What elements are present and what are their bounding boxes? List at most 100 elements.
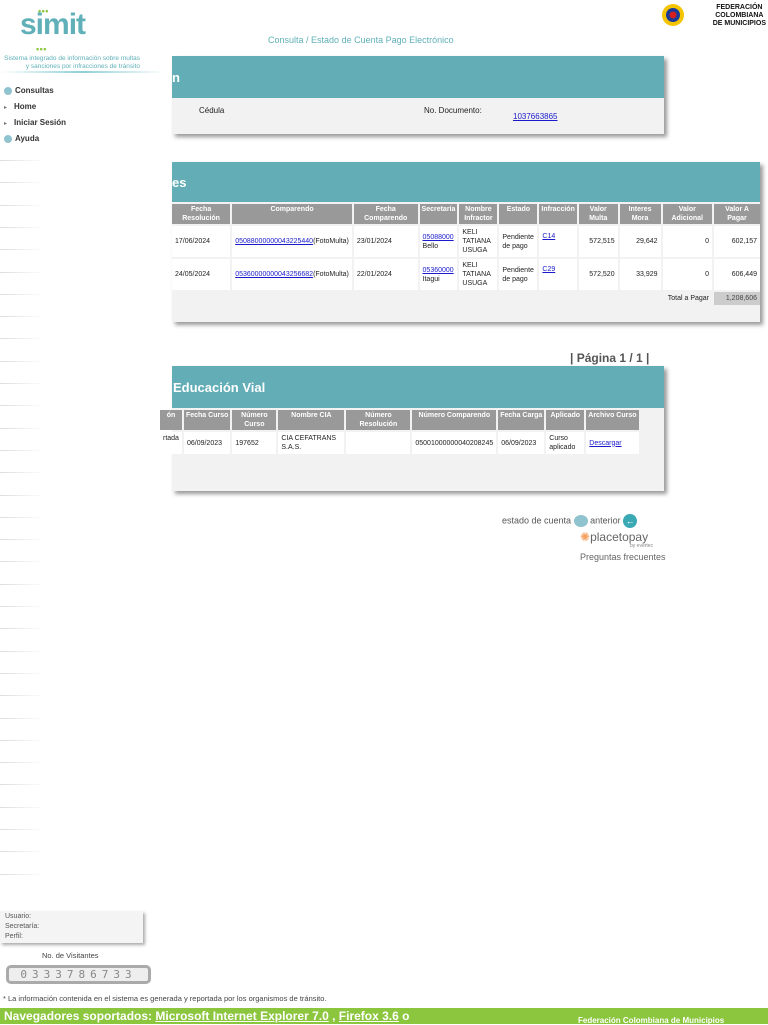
table-row: 24/05/2024 05360000000043256682(FotoMult… — [172, 259, 760, 290]
column-header: Aplicado — [546, 410, 585, 430]
sidebar-divider — [0, 784, 45, 786]
doc-number-link[interactable]: 1037663865 — [513, 112, 558, 121]
cell: rtada — [160, 432, 182, 454]
sidebar-divider — [0, 316, 45, 318]
panel-title: es — [172, 162, 760, 202]
table-row: 17/06/2024 05088000000043225440(FotoMult… — [172, 226, 760, 257]
sidebar-divider — [0, 293, 45, 295]
infraccion-link[interactable]: C29 — [542, 266, 555, 273]
valor-adicional: 0 — [662, 226, 712, 257]
federation-logo: FEDERACIÓN COLOMBIANA DE MUNICIPIOS — [660, 2, 766, 28]
placetopay-logo[interactable]: ✺placetopay — [580, 530, 648, 544]
simit-logo: • • • simit • • • — [20, 6, 86, 54]
column-header: Archivo Curso — [586, 410, 639, 430]
sidebar-divider — [0, 650, 45, 652]
sidebar-divider — [0, 583, 45, 585]
visitor-counter: 0333786733 — [6, 965, 151, 984]
sidebar-divider — [0, 182, 45, 184]
sidebar-divider — [0, 427, 45, 429]
arrow-icon: ▸ — [4, 105, 8, 111]
footer-note: * La información contenida en el sistema… — [3, 994, 327, 1003]
column-header: Comparendo — [232, 204, 352, 224]
visitors-label: No. de Visitantes — [42, 951, 99, 960]
sidebar-divider — [0, 360, 45, 362]
faq-link[interactable]: Preguntas frecuentes — [580, 552, 666, 562]
fecha-curso: 06/09/2023 — [183, 432, 231, 454]
sidebar-divider — [0, 449, 45, 451]
firefox-link[interactable]: Firefox 3.6 — [339, 1009, 399, 1023]
estado-de-cuenta-link[interactable]: estado de cuenta — [502, 515, 571, 525]
sidebar-divider — [0, 851, 45, 853]
comparendo-cell: 05088000000043225440(FotoMulta) — [232, 226, 352, 257]
column-header: ón — [160, 410, 182, 430]
fecha-carga: 06/09/2023 — [498, 432, 545, 454]
sidebar-item-home[interactable]: ▸ Home — [4, 102, 36, 111]
table-row: rtada 06/09/2023 197652 CIA CEFATRANS S.… — [160, 432, 639, 454]
numero-comparendo: 05001000000040208245 — [412, 432, 497, 454]
sidebar-divider — [0, 606, 45, 607]
valor-a-pagar: 606,449 — [714, 259, 760, 290]
column-header: Fecha Carga — [498, 410, 545, 430]
estado: Pendiente de pago — [499, 226, 538, 257]
column-header: Número Comparendo — [412, 410, 497, 430]
tagline: Sistema integrado de información sobre m… — [4, 55, 140, 70]
sidebar-item-ayuda[interactable]: Ayuda — [4, 134, 39, 143]
evertec-text: by evertec — [630, 543, 654, 549]
estado: Pendiente de pago — [499, 259, 538, 290]
sidebar-item-iniciar-sesion[interactable]: ▸ Iniciar Sesión — [4, 118, 66, 127]
column-header: Valor Adicional — [662, 204, 712, 224]
sidebar-divider — [0, 338, 45, 340]
column-header: Valor A Pagar — [714, 204, 760, 224]
fecha-resolucion: 24/05/2024 — [172, 259, 231, 290]
valor-multa: 572,515 — [578, 226, 618, 257]
comparendo-link[interactable]: 05360000000043256682 — [235, 271, 313, 278]
fecha-comparendo: 22/01/2024 — [353, 259, 418, 290]
user-box: Usuario: Secretaría: Perfil: — [0, 911, 143, 943]
globe-icon[interactable] — [573, 515, 588, 527]
secretaria-cell: 05360000 Itagui — [419, 259, 458, 290]
infraccion-link[interactable]: C14 — [542, 233, 555, 240]
descargar-link[interactable]: Descargar — [589, 440, 621, 447]
tipo: (FotoMulta) — [313, 271, 349, 278]
comparendo-link[interactable]: 05088000000043225440 — [235, 238, 313, 245]
column-header: Valor Multa — [578, 204, 618, 224]
column-header: Fecha Comparendo — [353, 204, 418, 224]
total-label: Total a Pagar — [172, 292, 712, 305]
breadcrumb: Consulta / Estado de Cuenta Pago Electró… — [268, 35, 454, 45]
sidebar-divider — [0, 472, 45, 474]
valor-adicional: 0 — [662, 259, 712, 290]
sidebar-divider — [0, 628, 45, 630]
anterior-link[interactable]: anterior — [590, 515, 621, 525]
column-header: Fecha Resolución — [172, 204, 231, 224]
bullet-icon — [4, 134, 12, 143]
interes-mora: 33,929 — [619, 259, 661, 290]
panel-title: n — [172, 56, 664, 98]
sidebar-item-consultas[interactable]: Consultas — [4, 86, 54, 95]
sidebar-divider — [0, 762, 45, 764]
back-arrow-icon[interactable]: ← — [623, 514, 638, 528]
secretaria-link[interactable]: 05360000 — [423, 267, 454, 274]
courses-panel: Educación Vial ón Fecha Curso Número Curso… — [160, 366, 664, 491]
numero-curso: 197652 — [232, 432, 277, 454]
fines-panel: es Fecha Resolución Comparendo Fecha Compa… — [172, 162, 760, 322]
sidebar-divider — [0, 739, 45, 741]
nombre-infractor: KELI TATIANA USUGA — [459, 226, 498, 257]
courses-table: ón Fecha Curso Número Curso Nombre CIA Númer… — [158, 408, 641, 456]
fecha-comparendo: 23/01/2024 — [353, 226, 418, 257]
sidebar-divider — [0, 516, 45, 518]
infraccion-cell: C29 — [539, 259, 577, 290]
column-header: Estado — [499, 204, 538, 224]
interes-mora: 29,642 — [619, 226, 661, 257]
column-header: Interes Mora — [619, 204, 661, 224]
column-header: Fecha Curso — [183, 410, 231, 430]
footer-bar: Navegadores soportados: Microsoft Intern… — [0, 1008, 768, 1025]
sidebar-divider — [0, 271, 45, 273]
sidebar-divider — [0, 561, 45, 563]
sidebar-divider — [0, 249, 45, 251]
ie-link[interactable]: Microsoft Internet Explorer 7.0 — [155, 1009, 328, 1023]
secretaria-link[interactable]: 05088000 — [423, 234, 454, 241]
column-header: Nombre Infractor — [459, 204, 498, 224]
sidebar-divider — [0, 405, 45, 407]
sidebar-divider — [0, 204, 45, 206]
valor-a-pagar: 602,157 — [714, 226, 760, 257]
